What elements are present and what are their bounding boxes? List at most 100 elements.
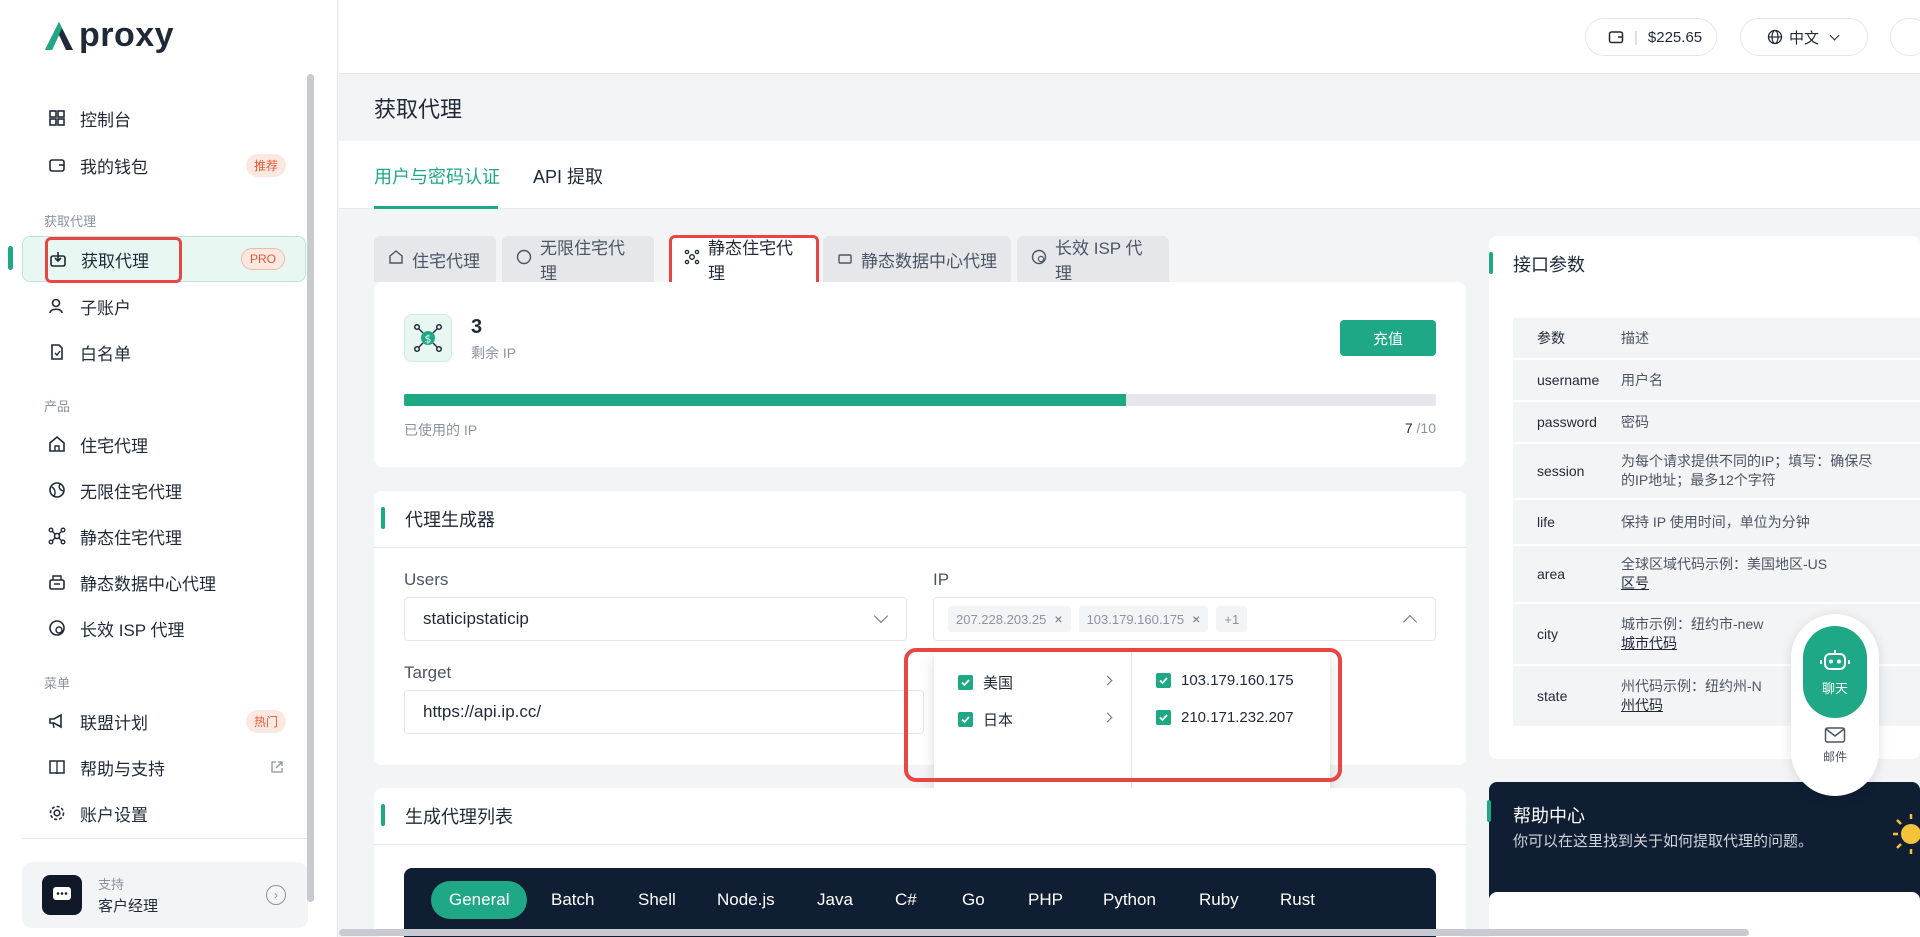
code-tab-general[interactable]: General (431, 881, 528, 919)
chevron-right-icon[interactable]: › (266, 885, 286, 905)
ip-tag-text: 103.179.160.175 (1086, 611, 1185, 627)
table-row: session 为每个请求提供不同的IP；填写：确保尽 的IP地址；最多12个字… (1513, 444, 1920, 500)
sidebar-item-label: 白名单 (80, 344, 131, 364)
chevron-down-icon (873, 608, 889, 624)
language-selector[interactable]: 中文 (1740, 18, 1868, 56)
ip-tag[interactable]: 103.179.160.175 × (1078, 606, 1209, 632)
sidebar-item-label: 住宅代理 (80, 436, 148, 456)
generator-title: 代理生成器 (381, 506, 495, 532)
close-icon[interactable]: × (1192, 611, 1200, 627)
ip-tag[interactable]: 207.228.203.25 × (948, 606, 1071, 632)
recommend-badge: 推荐 (245, 153, 286, 177)
mail-label: 邮件 (1822, 750, 1847, 764)
total-value: /10 (1416, 420, 1436, 436)
sidebar-item-static-datacenter[interactable]: 静态数据中心代理 (22, 559, 306, 605)
chevron-down-icon (1829, 30, 1840, 40)
sidebar-item-affiliate[interactable]: 联盟计划 热门 (22, 698, 306, 744)
code-tab-ruby[interactable]: Ruby (1199, 890, 1239, 910)
gear-icon (46, 802, 68, 824)
logo[interactable]: proxy (42, 16, 174, 55)
ip-usage-progress (404, 394, 1436, 406)
tab-label: 静态数据中心代理 (861, 251, 997, 271)
ip-label: IP (933, 570, 950, 589)
avatar[interactable] (1890, 18, 1920, 56)
language-value: 中文 (1789, 29, 1820, 47)
active-indicator (8, 246, 13, 270)
code-tab-batch[interactable]: Batch (551, 890, 594, 910)
tab-label: 住宅代理 (412, 251, 480, 271)
tab-unlimited[interactable]: 无限住宅代理 (502, 236, 654, 283)
home-icon (388, 249, 404, 270)
param-name: state (1537, 688, 1568, 704)
tab-api[interactable]: API 提取 (533, 163, 603, 189)
help-description: 你可以在这里找到关于如何提取代理的问题。 (1513, 833, 1814, 850)
user-icon (46, 295, 68, 317)
wallet-icon (46, 154, 68, 176)
logo-icon (45, 21, 73, 50)
table-header: 参数 描述 (1513, 318, 1920, 360)
sidebar-scrollbar[interactable] (307, 74, 314, 902)
code-tab-csharp[interactable]: C# (895, 890, 917, 910)
tab-user-password[interactable]: 用户与密码认证 (374, 163, 500, 189)
remaining-ip-count: 3 (471, 316, 483, 338)
code-tab-nodejs[interactable]: Node.js (717, 890, 775, 910)
divider (374, 844, 1466, 845)
sidebar-item-label: 长效 ISP 代理 (80, 620, 185, 640)
highlight-box (904, 648, 1342, 782)
code-tab-go[interactable]: Go (962, 890, 985, 910)
chat-button[interactable]: 聊天 (1803, 626, 1867, 718)
horizontal-scrollbar[interactable] (339, 929, 1749, 936)
chat-bubble-icon (42, 875, 82, 915)
ip-tag-more[interactable]: +1 (1216, 606, 1248, 632)
tab-residential[interactable]: 住宅代理 (374, 236, 496, 282)
target-input[interactable]: https://api.ip.cc/ (404, 690, 924, 734)
table-row: area 全球区域代码示例：美国地区-US 区号 (1513, 546, 1920, 604)
area-code-link[interactable]: 区号 (1621, 574, 1916, 593)
param-desc-line: 城市示例：纽约市-new (1621, 616, 1764, 632)
sidebar-item-settings[interactable]: 账户设置 (22, 790, 306, 836)
sidebar-item-isp[interactable]: 长效 ISP 代理 (22, 605, 306, 651)
balance-pill[interactable]: | $225.65 (1585, 18, 1717, 56)
sidebar-item-label: 无限住宅代理 (80, 482, 182, 502)
target-value: https://api.ip.cc/ (423, 702, 542, 721)
users-select[interactable]: staticipstaticip (404, 597, 907, 641)
support-name: 客户经理 (98, 898, 159, 915)
wallet-icon (1608, 31, 1624, 44)
sidebar-item-static-residential[interactable]: 静态住宅代理 (22, 513, 306, 559)
help-title: 帮助中心 (1513, 806, 1585, 826)
code-tab-shell[interactable]: Shell (638, 890, 676, 910)
param-desc: 密码 (1621, 413, 1649, 430)
sidebar-item-subaccount[interactable]: 子账户 (22, 283, 306, 329)
sidebar-item-unlimited[interactable]: 无限住宅代理 (22, 467, 306, 513)
document-icon (46, 341, 68, 363)
isp-globe-icon (1031, 249, 1047, 270)
sidebar-item-residential[interactable]: 住宅代理 (22, 421, 306, 467)
used-ip-count: 7 /10 (1405, 420, 1436, 436)
pro-badge: PRO (240, 248, 285, 270)
ip-select[interactable]: 207.228.203.25 × 103.179.160.175 × +1 (933, 597, 1436, 641)
sidebar-item-whitelist[interactable]: 白名单 (22, 329, 306, 375)
support-title: 支持 (98, 877, 125, 892)
code-tab-java[interactable]: Java (817, 890, 853, 910)
sidebar-item-dashboard[interactable]: 控制台 (22, 95, 306, 141)
users-value: staticipstaticip (423, 609, 529, 628)
code-tab-python[interactable]: Python (1103, 890, 1156, 910)
close-icon[interactable]: × (1054, 611, 1062, 627)
home-icon (46, 433, 68, 455)
param-name: city (1537, 626, 1558, 642)
sidebar-item-help[interactable]: 帮助与支持 (22, 744, 306, 790)
globe-icon (46, 479, 68, 501)
code-tab-php[interactable]: PHP (1028, 890, 1063, 910)
param-name: life (1537, 514, 1555, 530)
tab-isp[interactable]: 长效 ISP 代理 (1017, 236, 1169, 283)
mail-button[interactable]: 邮件 (1791, 726, 1879, 765)
code-tab-rust[interactable]: Rust (1280, 890, 1315, 910)
table-row: life 保持 IP 使用时间，单位为分钟 (1513, 500, 1920, 546)
support-card[interactable]: 支持 客户经理 › (22, 862, 308, 928)
recharge-button[interactable]: 充值 (1340, 320, 1436, 356)
tab-label: 长效 ISP 代理 (1055, 239, 1143, 283)
globe-icon (516, 249, 532, 270)
logo-text: proxy (79, 16, 175, 54)
tab-static-datacenter[interactable]: 静态数据中心代理 (823, 236, 1011, 282)
sidebar-item-wallet[interactable]: 我的钱包 推荐 (22, 142, 306, 188)
